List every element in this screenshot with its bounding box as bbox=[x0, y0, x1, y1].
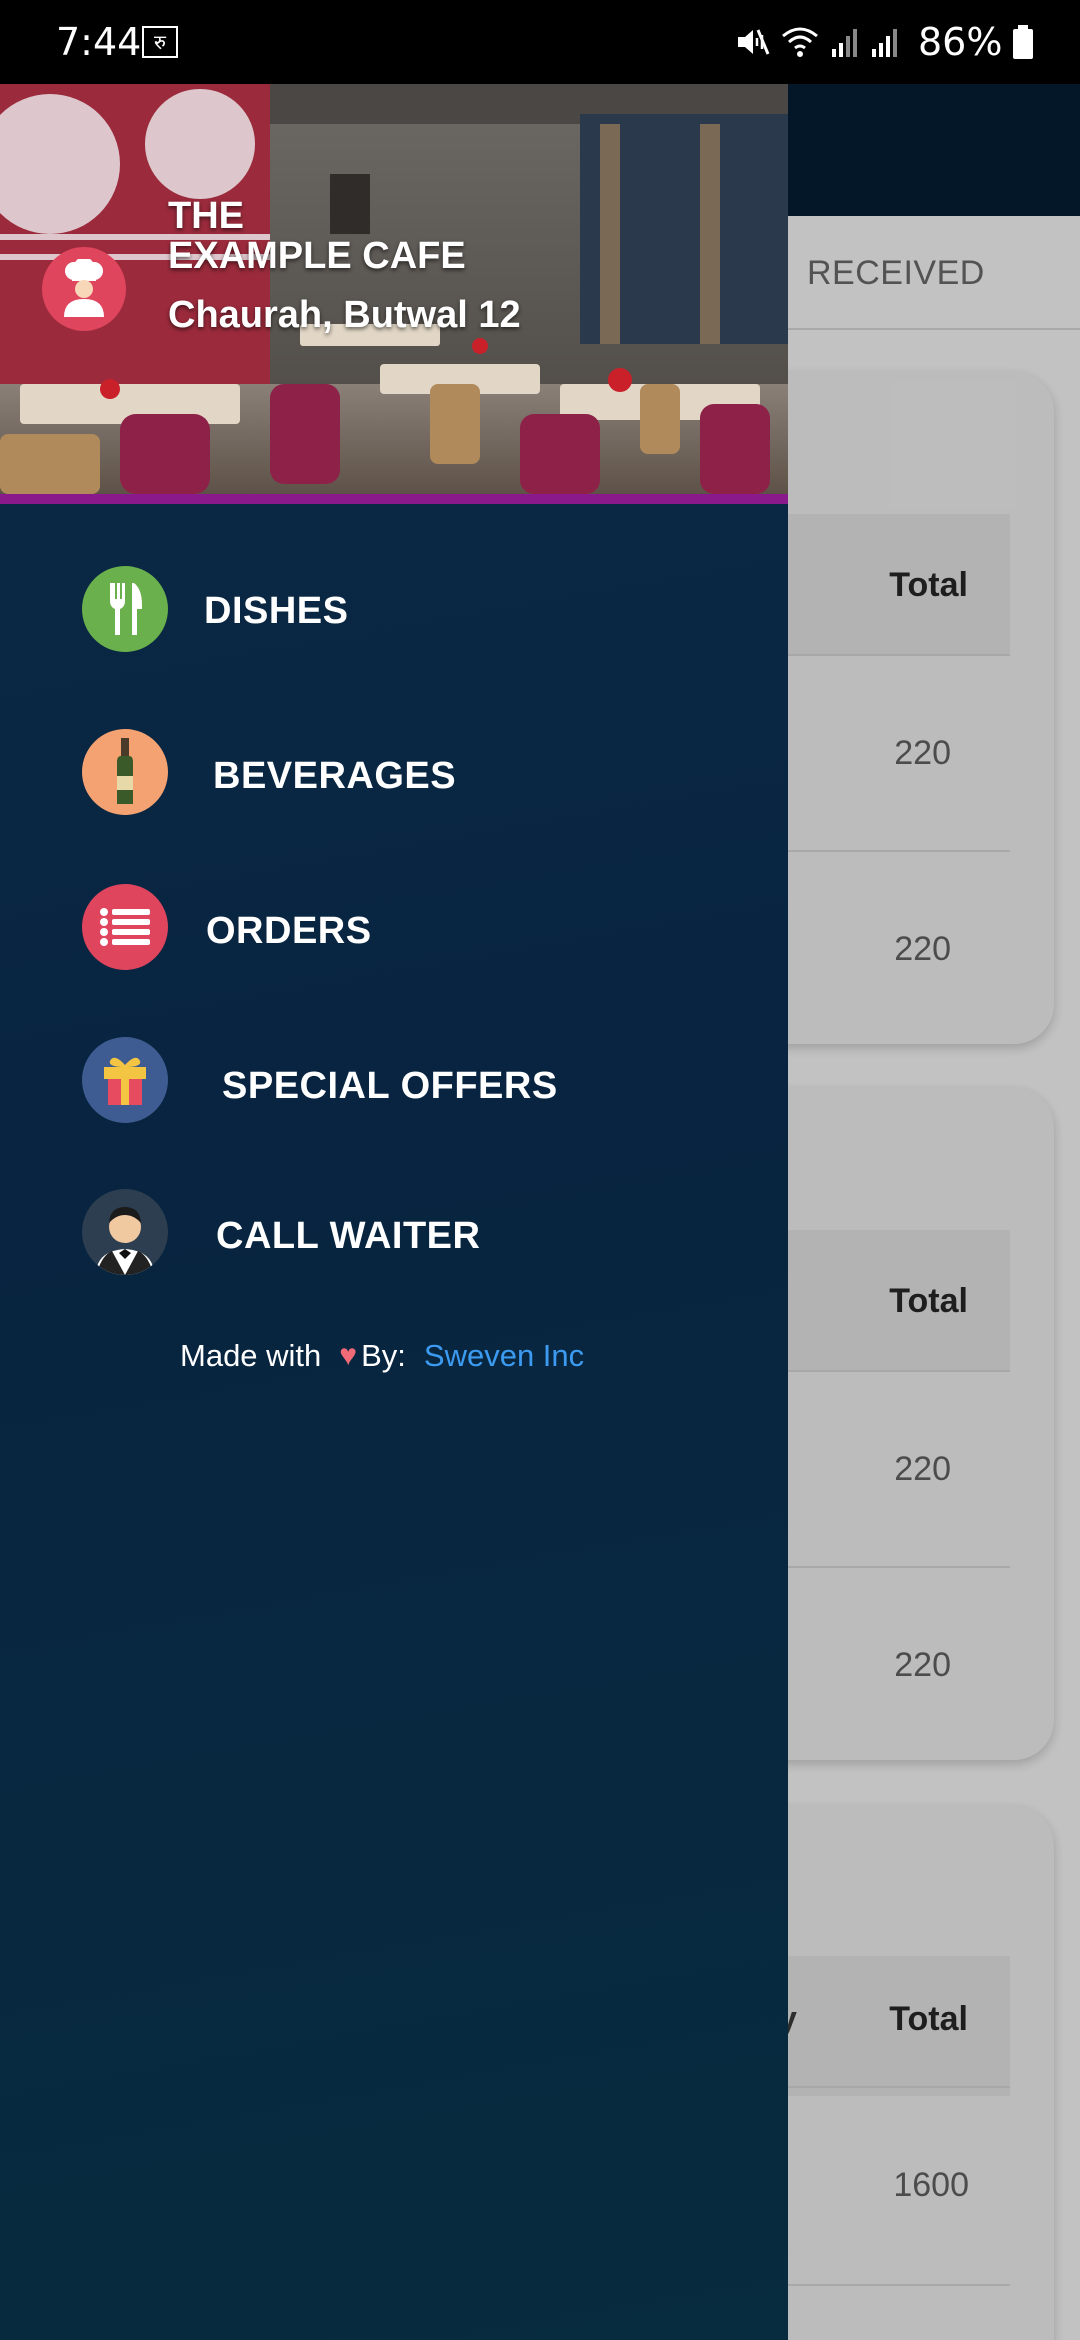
status-time: 7:44 bbox=[56, 20, 142, 64]
footer-company-link[interactable]: Sweven Inc bbox=[424, 1338, 584, 1374]
list-icon bbox=[82, 884, 168, 970]
tab-divider bbox=[788, 328, 1080, 330]
cafe-logo bbox=[42, 247, 126, 331]
total-value: 220 bbox=[894, 1646, 951, 1684]
footer-by: By: bbox=[361, 1338, 406, 1373]
menu-label-call-waiter: CALL WAITER bbox=[216, 1215, 481, 1257]
wifi-icon bbox=[782, 27, 818, 57]
drawer-footer: Made with ♥ By: Sweven Inc bbox=[180, 1338, 584, 1374]
waiter-icon bbox=[82, 1189, 168, 1275]
wine-bottle-icon bbox=[82, 729, 168, 815]
battery-icon bbox=[1013, 25, 1034, 59]
mute-icon bbox=[738, 29, 770, 55]
cafe-name-line1: THE bbox=[168, 195, 244, 237]
menu-label-special-offers: SPECIAL OFFERS bbox=[222, 1065, 558, 1107]
menu-item-orders[interactable]: ORDERS bbox=[0, 884, 788, 1004]
status-bar: 7:44 रु 86% bbox=[0, 0, 1080, 84]
menu-label-beverages: BEVERAGES bbox=[213, 755, 457, 797]
drawer-header: THE EXAMPLE CAFE Chaurah, Butwal 12 bbox=[0, 84, 788, 494]
total-value: 220 bbox=[894, 930, 951, 968]
footer-made-with: Made with bbox=[180, 1338, 322, 1373]
battery-percent: 86% bbox=[918, 20, 1003, 64]
menu-item-call-waiter[interactable]: CALL WAITER bbox=[0, 1189, 788, 1309]
total-header: Total bbox=[889, 1282, 968, 1320]
menu-label-orders: ORDERS bbox=[206, 910, 372, 952]
navigation-drawer: THE EXAMPLE CAFE Chaurah, Butwal 12 DISH… bbox=[0, 84, 788, 2340]
total-value: 220 bbox=[894, 734, 951, 772]
total-value: 1600 bbox=[893, 2166, 969, 2204]
fork-knife-icon bbox=[82, 566, 168, 652]
signal-icon-2 bbox=[872, 29, 897, 57]
tab-received[interactable]: RECEIVED bbox=[807, 254, 985, 293]
notification-badge: रु bbox=[142, 26, 178, 58]
cafe-address: Chaurah, Butwal 12 bbox=[168, 294, 521, 336]
menu-label-dishes: DISHES bbox=[204, 590, 349, 632]
menu-item-beverages[interactable]: BEVERAGES bbox=[0, 729, 788, 849]
cafe-name: THE EXAMPLE CAFE bbox=[168, 196, 466, 276]
gift-icon bbox=[82, 1037, 168, 1123]
total-value: 220 bbox=[894, 1450, 951, 1488]
cafe-name-line2: EXAMPLE CAFE bbox=[168, 235, 466, 277]
heart-icon: ♥ bbox=[339, 1339, 358, 1372]
total-header: Total bbox=[889, 566, 968, 604]
total-header: Total bbox=[889, 2000, 968, 2038]
header-accent-strip bbox=[0, 494, 788, 504]
status-icons: 86% bbox=[734, 20, 1034, 64]
menu-item-dishes[interactable]: DISHES bbox=[0, 566, 788, 686]
chef-icon bbox=[64, 259, 104, 317]
menu-item-special-offers[interactable]: SPECIAL OFFERS bbox=[0, 1037, 788, 1157]
signal-icon-1 bbox=[832, 29, 857, 57]
